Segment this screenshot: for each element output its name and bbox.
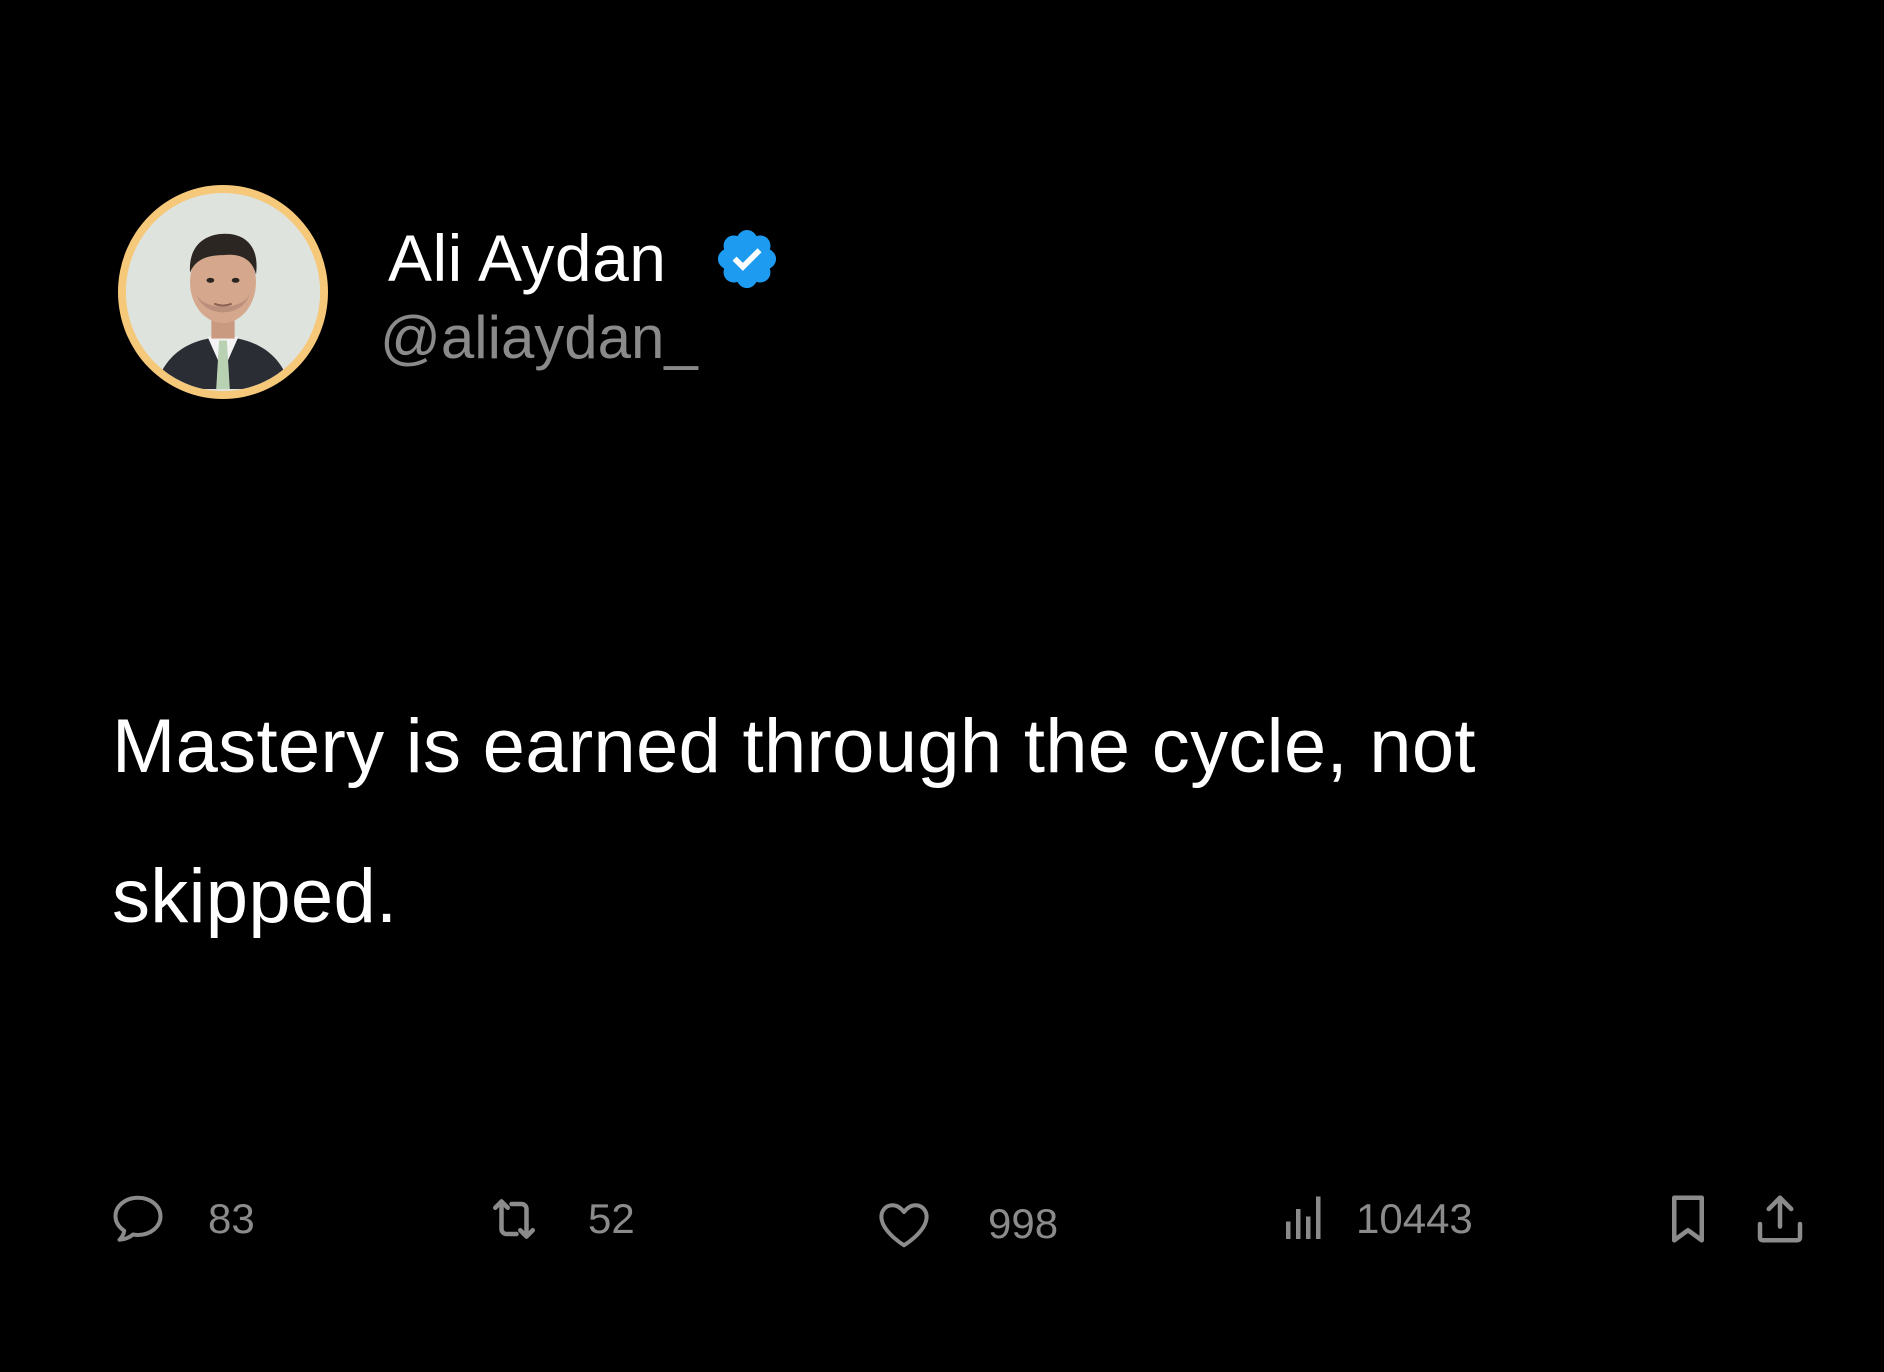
bookmark-icon xyxy=(1672,1195,1704,1243)
retweet-count: 52 xyxy=(588,1195,635,1242)
reply-icon xyxy=(113,1195,163,1242)
display-name[interactable]: Ali Aydan xyxy=(388,218,667,298)
bookmark-button[interactable] xyxy=(1658,1185,1718,1253)
verified-badge-icon xyxy=(717,229,777,289)
profile-photo-icon xyxy=(126,195,320,389)
tweet-text: Mastery is earned through the cycle, not… xyxy=(112,704,1476,939)
views-icon xyxy=(1286,1196,1321,1239)
tweet-card: Ali Aydan @aliaydan_ Mastery is earned t… xyxy=(0,0,1884,1372)
retweet-icon xyxy=(493,1199,535,1239)
like-button[interactable]: 998 xyxy=(874,1190,1058,1258)
retweet-button[interactable]: 52 xyxy=(484,1185,635,1253)
avatar[interactable] xyxy=(118,185,328,399)
share-icon xyxy=(1757,1195,1803,1243)
heart-icon xyxy=(879,1203,929,1248)
avatar-photo xyxy=(126,193,320,391)
user-handle[interactable]: @aliaydan_ xyxy=(380,301,698,375)
like-count: 998 xyxy=(988,1200,1059,1247)
reply-count: 83 xyxy=(208,1195,255,1242)
views-button[interactable]: 10443 xyxy=(1276,1185,1473,1253)
reply-button[interactable]: 83 xyxy=(108,1185,255,1253)
views-count: 10443 xyxy=(1356,1195,1473,1242)
share-button[interactable] xyxy=(1750,1185,1810,1253)
